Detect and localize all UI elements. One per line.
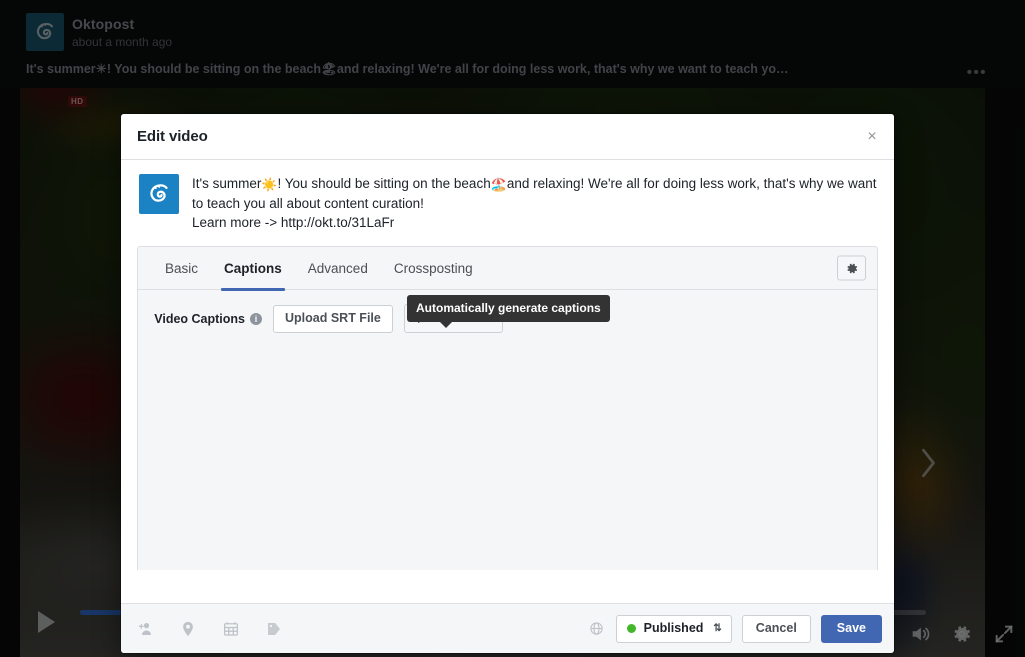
tooltip: Automatically generate captions — [407, 295, 610, 328]
tag-person-icon — [138, 622, 151, 635]
globe-icon — [590, 622, 603, 635]
save-button[interactable]: Save — [820, 614, 882, 643]
dialog-body: It's summer☀️! You should be sitting on … — [121, 160, 894, 603]
privacy-button[interactable] — [588, 620, 606, 638]
tag-person-button[interactable] — [135, 619, 155, 639]
footer-actions: Published ⇅ Cancel Save — [588, 614, 882, 643]
video-captions-label: Video Captions i — [154, 312, 262, 326]
status-badge — [626, 623, 636, 633]
post-text-learn-more: Learn more -> http://okt.to/31LaFr — [192, 215, 395, 230]
chevron-updown-icon: ⇅ — [713, 622, 722, 634]
publish-status-label: Published — [643, 620, 704, 635]
avatar — [139, 174, 179, 214]
tab-crossposting[interactable]: Crossposting — [381, 247, 486, 290]
dialog-footer: Published ⇅ Cancel Save — [121, 603, 894, 653]
dialog-header: Edit video × — [121, 114, 894, 160]
dialog-title: Edit video — [137, 128, 208, 145]
post-text-part-2: ! You should be sitting on the beach — [277, 176, 491, 191]
tab-basic[interactable]: Basic — [152, 247, 211, 290]
schedule-button[interactable] — [221, 619, 241, 639]
calendar-icon — [223, 621, 239, 636]
publish-status-dropdown[interactable]: Published ⇅ — [615, 614, 732, 643]
post-preview-text: It's summer☀️! You should be sitting on … — [192, 174, 878, 232]
tab-advanced[interactable]: Advanced — [295, 247, 381, 290]
captions-tab-content: Video Captions i Upload SRT File Generat… — [138, 290, 877, 570]
post-preview: It's summer☀️! You should be sitting on … — [137, 174, 878, 246]
video-settings-button[interactable] — [837, 255, 866, 281]
location-button[interactable] — [178, 619, 198, 639]
price-tag-icon — [268, 622, 280, 635]
gear-icon — [846, 263, 857, 273]
screen: Manage, Measure andAmplify your B2B Soci… — [0, 0, 1025, 657]
close-icon[interactable]: × — [862, 127, 882, 147]
tag-products-button[interactable] — [264, 619, 284, 639]
sun-emoji: ☀️ — [261, 177, 278, 192]
cancel-button[interactable]: Cancel — [741, 614, 811, 643]
info-icon[interactable]: i — [250, 312, 262, 325]
upload-srt-file-button[interactable]: Upload SRT File — [273, 304, 393, 333]
location-pin-icon — [183, 621, 193, 636]
tab-bar: Basic Captions Advanced Crossposting — [138, 247, 877, 291]
beach-emoji: 🏖️ — [490, 177, 507, 192]
footer-icon-group — [135, 619, 284, 639]
oktopost-logo-icon — [150, 184, 168, 202]
tab-captions[interactable]: Captions — [211, 247, 295, 291]
post-text-part-1: It's summer — [192, 176, 262, 191]
edit-video-dialog: Edit video × It's summer☀️! You should b… — [121, 114, 894, 653]
video-captions-label-text: Video Captions — [154, 311, 245, 326]
